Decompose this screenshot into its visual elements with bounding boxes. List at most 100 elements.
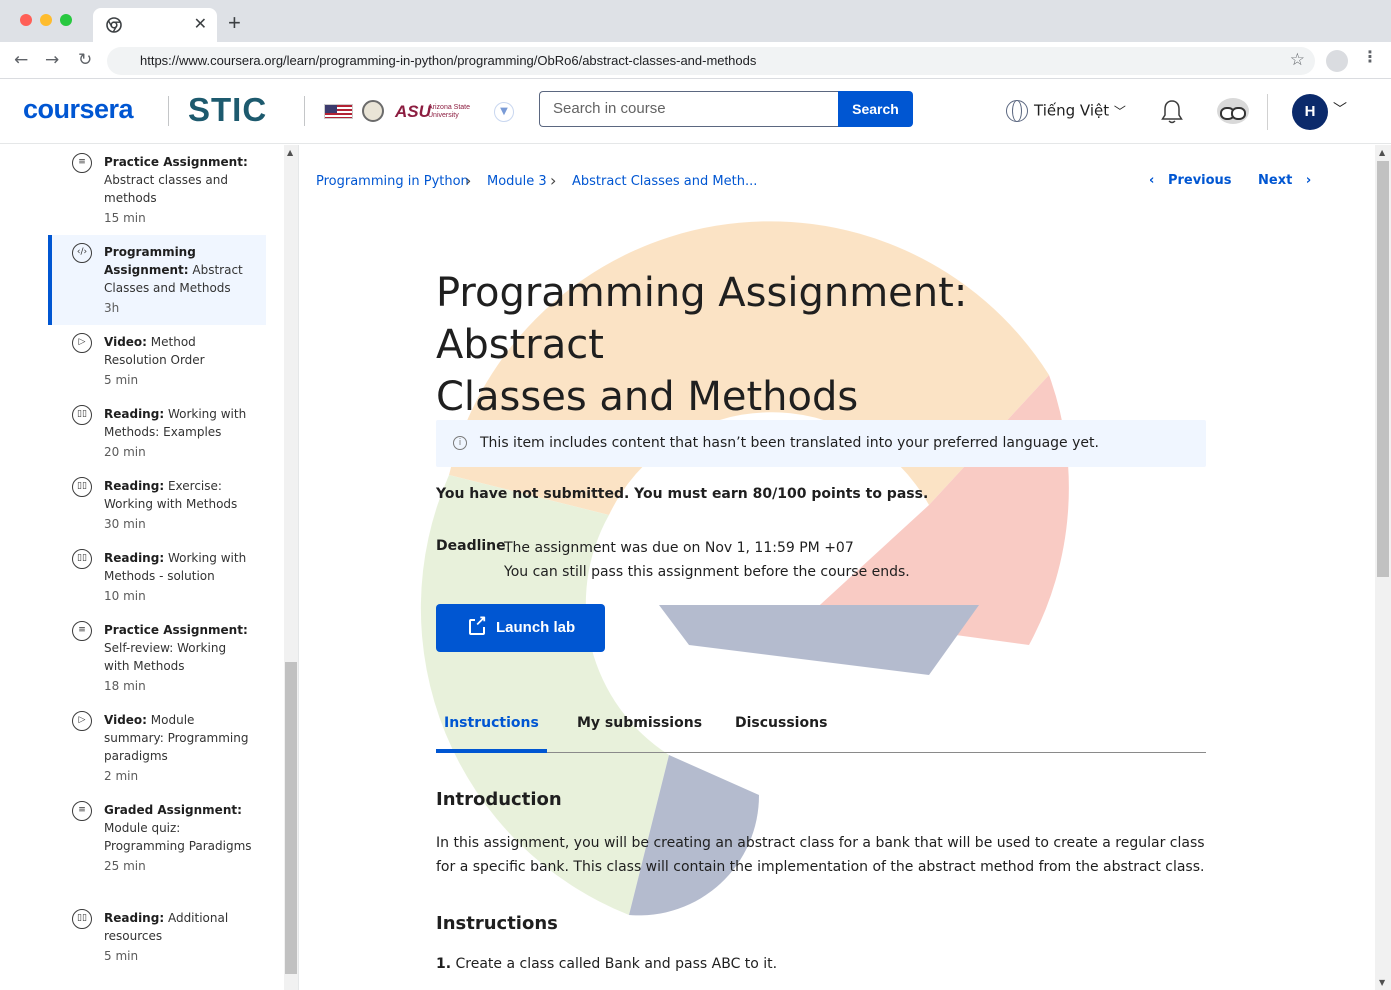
- sidebar-item-label: Practice Assignment: Abstract classes an…: [104, 155, 248, 225]
- back-icon[interactable]: ←: [14, 50, 28, 70]
- scroll-down-arrow-icon[interactable]: ▼: [1379, 978, 1385, 987]
- sidebar-item-practice-self-review[interactable]: ≡ Practice Assignment: Self-review: Work…: [48, 613, 266, 703]
- reload-icon[interactable]: ↻: [78, 50, 92, 70]
- coursera-logo[interactable]: coursera: [23, 94, 134, 125]
- header-divider: [1267, 94, 1268, 130]
- breadcrumb-course[interactable]: Programming in Python: [316, 174, 469, 189]
- close-window-button[interactable]: [20, 14, 32, 26]
- deadline-label: Deadline: [436, 538, 506, 554]
- reading-icon: ▯▯: [72, 909, 92, 929]
- play-icon: ▷: [72, 333, 92, 353]
- submission-status: You have not submitted. You must earn 80…: [436, 486, 929, 502]
- assignment-icon: ≡: [72, 153, 92, 173]
- sidebar-scrollbar[interactable]: ▲: [284, 145, 298, 990]
- search-input[interactable]: Search in course: [539, 91, 839, 127]
- sidebar-item-reading-resources[interactable]: ▯▯ Reading: Additional resources 5 min: [48, 901, 266, 973]
- play-icon: ▷: [72, 711, 92, 731]
- main-scroll-thumb[interactable]: [1377, 161, 1389, 577]
- scroll-up-arrow-icon[interactable]: ▲: [1379, 148, 1385, 157]
- info-icon: i: [453, 436, 467, 450]
- sidebar-item-reading-solution[interactable]: ▯▯ Reading: Working with Methods - solut…: [48, 541, 266, 613]
- state-department-seal-logo: [362, 100, 384, 122]
- asu-logo: ASU: [395, 102, 431, 121]
- sidebar-item-practice-abstract[interactable]: ≡ Practice Assignment: Abstract classes …: [48, 145, 266, 235]
- sidebar-item-label: Practice Assignment: Self-review: Workin…: [104, 623, 248, 693]
- sidebar-item-video-mro[interactable]: ▷ Video: Method Resolution Order 5 min: [48, 325, 266, 397]
- scroll-up-arrow-icon[interactable]: ▲: [287, 148, 293, 157]
- stic-logo[interactable]: STIC: [188, 91, 267, 129]
- page-title: Programming Assignment: Abstract Classes …: [436, 270, 968, 420]
- instruction-step: 1. Create a class called Bank and pass A…: [436, 956, 778, 972]
- user-avatar[interactable]: H: [1292, 94, 1328, 130]
- forward-icon[interactable]: →: [45, 50, 59, 70]
- chevron-right-icon: ›: [465, 171, 472, 190]
- tab-instructions[interactable]: Instructions: [436, 715, 547, 753]
- external-link-icon: [469, 613, 487, 635]
- browser-toolbar: ← → ↻ https://www.coursera.org/learn/pro…: [0, 42, 1391, 79]
- bookmark-star-icon[interactable]: ☆: [1290, 50, 1305, 70]
- sidebar-item-label: Reading: Additional resources 5 min: [104, 911, 229, 963]
- chevron-down-icon[interactable]: ﹀: [1333, 99, 1347, 119]
- minimize-window-button[interactable]: [40, 14, 52, 26]
- assignment-icon: ≡: [72, 801, 92, 821]
- breadcrumb-module[interactable]: Module 3: [487, 174, 547, 189]
- previous-button[interactable]: ‹ Previous: [1149, 173, 1232, 188]
- chrome-icon: [106, 17, 122, 33]
- next-button[interactable]: Next ›: [1258, 173, 1311, 188]
- instructions-heading: Instructions: [436, 913, 558, 934]
- sidebar-item-label: Reading: Exercise: Working with Methods …: [104, 479, 238, 531]
- header-divider: [168, 96, 169, 126]
- reading-icon: ▯▯: [72, 549, 92, 569]
- close-tab-icon[interactable]: ✕: [194, 14, 207, 34]
- browser-tab[interactable]: ✕: [93, 8, 217, 42]
- reading-icon: ▯▯: [72, 405, 92, 425]
- introduction-heading: Introduction: [436, 789, 562, 810]
- assignment-tabs: Instructions My submissions Discussions: [436, 715, 1206, 753]
- header-divider: [304, 96, 305, 126]
- tab-my-submissions[interactable]: My submissions: [577, 715, 702, 753]
- main-scrollbar[interactable]: ▲ ▼: [1375, 145, 1391, 990]
- sidebar-item-programming-assignment[interactable]: ‹/› Programming Assignment: Abstract Cla…: [48, 235, 266, 325]
- globe-icon: [1006, 100, 1028, 122]
- us-flag-logo: [324, 104, 353, 119]
- introduction-text: In this assignment, you will be creating…: [436, 835, 1205, 875]
- chevron-right-icon: ›: [550, 171, 557, 190]
- chevron-down-icon: ﹀: [1113, 104, 1126, 119]
- sidebar-item-label: Reading: Working with Methods - solution…: [104, 551, 247, 603]
- sidebar-item-label: Programming Assignment: Abstract Classes…: [104, 245, 243, 315]
- deadline-text: The assignment was due on Nov 1, 11:59 P…: [504, 540, 854, 556]
- asu-logo-subtitle: Arizona State University: [428, 104, 471, 119]
- browser-menu-icon[interactable]: ⋮: [1362, 49, 1378, 65]
- address-bar[interactable]: https://www.coursera.org/learn/programmi…: [107, 47, 1315, 75]
- language-selector[interactable]: Tiếng Việt ﹀: [1006, 100, 1126, 122]
- sidebar-item-reading-exercise[interactable]: ▯▯ Reading: Exercise: Working with Metho…: [48, 469, 266, 541]
- sidebar-item-label: Video: Method Resolution Order 5 min: [104, 335, 205, 387]
- sidebar-scroll-thumb[interactable]: [285, 662, 297, 974]
- partners-chevron-down-icon[interactable]: ▼: [494, 102, 514, 122]
- tab-discussions[interactable]: Discussions: [735, 715, 827, 753]
- browser-profile-icon[interactable]: [1326, 50, 1348, 72]
- sidebar-item-label: Video: Module summary: Programming parad…: [104, 713, 249, 783]
- code-icon: ‹/›: [72, 243, 92, 263]
- notifications-bell-icon[interactable]: [1160, 99, 1184, 125]
- breadcrumb-item[interactable]: Abstract Classes and Meth...: [572, 174, 757, 189]
- course-outline-sidebar: ≡ Practice Assignment: Abstract classes …: [0, 145, 284, 990]
- translation-notice: i This item includes content that hasn’t…: [436, 420, 1206, 467]
- launch-lab-button[interactable]: Launch lab: [436, 604, 605, 652]
- maximize-window-button[interactable]: [60, 14, 72, 26]
- language-label: Tiếng Việt: [1034, 101, 1110, 120]
- sidebar-item-reading-examples[interactable]: ▯▯ Reading: Working with Methods: Exampl…: [48, 397, 266, 469]
- accessibility-glasses-icon[interactable]: [1217, 98, 1249, 124]
- deadline-note: You can still pass this assignment befor…: [504, 564, 910, 580]
- main-content: Programming in Python › Module 3 › Abstr…: [299, 145, 1375, 990]
- sidebar-item-video-summary[interactable]: ▷ Video: Module summary: Programming par…: [48, 703, 266, 793]
- sidebar-item-label: Reading: Working with Methods: Examples …: [104, 407, 247, 459]
- assignment-icon: ≡: [72, 621, 92, 641]
- sidebar-item-label: Graded Assignment: Module quiz: Programm…: [104, 803, 252, 873]
- url-text: https://www.coursera.org/learn/programmi…: [140, 53, 757, 68]
- search-button[interactable]: Search: [838, 91, 913, 127]
- browser-tabbar: ✕ +: [0, 0, 1391, 42]
- new-tab-button[interactable]: +: [228, 10, 241, 36]
- sidebar-item-graded-quiz[interactable]: ≡ Graded Assignment: Module quiz: Progra…: [48, 793, 266, 901]
- site-header: coursera STIC ASU Arizona State Universi…: [0, 80, 1391, 144]
